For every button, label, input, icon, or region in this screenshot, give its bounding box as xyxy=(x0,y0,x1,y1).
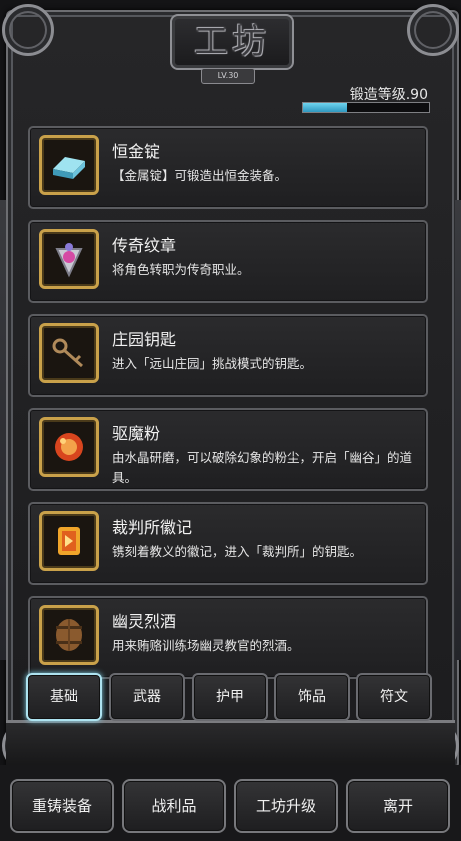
level-badge: LV.30 xyxy=(201,68,255,84)
item-description: 进入「远山庄园」挑战模式的钥匙。 xyxy=(112,356,313,371)
tab-runes[interactable]: 符文 xyxy=(356,673,432,721)
tab-armor[interactable]: 护甲 xyxy=(192,673,268,721)
reforge-button[interactable]: 重铸装备 xyxy=(10,779,114,833)
barrel-icon xyxy=(39,605,99,665)
item-name: 裁判所徽记 xyxy=(112,518,193,537)
craft-item[interactable]: 庄园钥匙 进入「远山庄园」挑战模式的钥匙。 xyxy=(28,314,428,397)
forge-level-label: 锻造等级.90 xyxy=(349,87,428,103)
forge-progress-bar xyxy=(302,102,430,113)
item-name: 幽灵烈酒 xyxy=(112,612,177,631)
item-description: 镌刻着教义的徽记，进入「裁判所」的钥匙。 xyxy=(112,544,363,559)
page-title: 工坊 xyxy=(194,22,270,62)
item-description: 用来贿赂训练场幽灵教官的烈酒。 xyxy=(112,638,300,653)
item-name: 传奇纹章 xyxy=(112,236,177,255)
leave-button[interactable]: 离开 xyxy=(346,779,450,833)
craft-item[interactable]: 驱魔粉 由水晶研磨，可以破除幻象的粉尘，开启「幽谷」的道具。 xyxy=(28,408,428,491)
craft-item[interactable]: 幽灵烈酒 用来贿赂训练场幽灵教官的烈酒。 xyxy=(28,596,428,679)
tab-weapons[interactable]: 武器 xyxy=(109,673,185,721)
frame-bottom-rail xyxy=(6,720,455,767)
tab-basic[interactable]: 基础 xyxy=(26,673,102,721)
forge-progress-fill xyxy=(303,103,348,112)
ingot-icon xyxy=(39,135,99,195)
corner-ornament-top-left xyxy=(2,4,54,56)
craft-item[interactable]: 恒金锭 【金属锭】可锻造出恒金装备。 xyxy=(28,126,428,209)
item-description: 将角色转职为传奇职业。 xyxy=(112,262,250,277)
category-tabs: 基础 武器 护甲 饰品 符文 xyxy=(26,673,432,721)
title-plate: 工坊 xyxy=(170,14,294,70)
item-description: 由水晶研磨，可以破除幻象的粉尘，开启「幽谷」的道具。 xyxy=(112,450,413,485)
key-icon xyxy=(39,323,99,383)
item-name: 驱魔粉 xyxy=(112,424,161,443)
craft-item[interactable]: 传奇纹章 将角色转职为传奇职业。 xyxy=(28,220,428,303)
craft-item-list: 恒金锭 【金属锭】可锻造出恒金装备。 传奇纹章 将角色转职为传奇职业。 庄园钥匙… xyxy=(28,126,428,690)
tab-accessories[interactable]: 饰品 xyxy=(274,673,350,721)
left-frame-deco xyxy=(0,200,6,660)
craft-item[interactable]: 裁判所徽记 镌刻着教义的徽记，进入「裁判所」的钥匙。 xyxy=(28,502,428,585)
item-name: 恒金锭 xyxy=(112,142,161,161)
insignia-icon xyxy=(39,511,99,571)
right-frame-deco xyxy=(455,200,461,660)
corner-ornament-top-right xyxy=(407,4,459,56)
item-name: 庄园钥匙 xyxy=(112,330,177,349)
loot-button[interactable]: 战利品 xyxy=(122,779,226,833)
bottom-action-bar: 重铸装备 战利品 工坊升级 离开 xyxy=(0,765,461,841)
upgrade-workshop-button[interactable]: 工坊升级 xyxy=(234,779,338,833)
powder-icon xyxy=(39,417,99,477)
item-description: 【金属锭】可锻造出恒金装备。 xyxy=(112,168,288,183)
emblem-icon xyxy=(39,229,99,289)
